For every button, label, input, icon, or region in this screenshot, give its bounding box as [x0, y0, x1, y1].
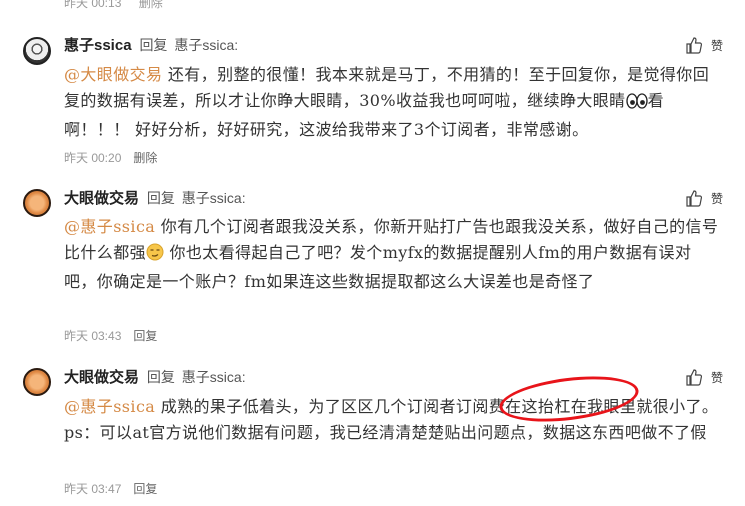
- reply-word: 回复: [146, 190, 175, 206]
- previous-comment-meta: 昨天 00:13 删除: [64, 0, 177, 11]
- avatar[interactable]: [23, 368, 51, 396]
- comment-header: 大眼做交易 回复 惠子ssica:: [64, 189, 246, 208]
- delete-link[interactable]: 删除: [139, 0, 163, 10]
- author-name[interactable]: 大眼做交易: [64, 369, 139, 386]
- like-label: 赞: [710, 371, 723, 385]
- like-button[interactable]: 赞: [685, 189, 723, 207]
- comment-header: 惠子ssica 回复 惠子ssica:: [64, 36, 238, 55]
- reply-word: 回复: [139, 37, 168, 53]
- eyes-emoji: [625, 91, 648, 117]
- comment-body: @大眼做交易 还有，别整的很懂！我本来就是马丁，不用猜的！至于回复你，是觉得你回…: [64, 62, 724, 143]
- reply-target[interactable]: 惠子ssica:: [174, 37, 238, 53]
- comment-time: 昨天 03:47: [64, 482, 122, 496]
- comment-meta: 昨天 03:43 回复: [64, 327, 157, 344]
- like-label: 赞: [710, 192, 723, 206]
- mention-link[interactable]: @惠子ssica: [64, 397, 155, 416]
- like-label: 赞: [710, 39, 723, 53]
- like-button[interactable]: 赞: [685, 36, 723, 54]
- thumbs-up-icon: [686, 369, 703, 386]
- reply-link[interactable]: 回复: [133, 482, 157, 496]
- reply-target[interactable]: 惠子ssica:: [182, 190, 246, 206]
- comment-meta: 昨天 00:20 删除: [64, 149, 157, 166]
- author-name[interactable]: 惠子ssica: [64, 37, 132, 54]
- comment-time: 昨天 03:43: [64, 329, 122, 343]
- thumbs-up-icon: [686, 37, 703, 54]
- mention-link[interactable]: @惠子ssica: [64, 217, 155, 236]
- mention-link[interactable]: @大眼做交易: [64, 65, 162, 84]
- comment-time: 昨天 00:20: [64, 151, 122, 165]
- reply-word: 回复: [146, 369, 175, 385]
- like-button[interactable]: 赞: [685, 368, 723, 386]
- delete-link[interactable]: 删除: [133, 151, 157, 165]
- comment-body: @惠子ssica 你有几个订阅者跟我没关系，你新开贴打广告也跟我没关系，做好自己…: [64, 214, 724, 295]
- smirk-emoji: [146, 243, 164, 269]
- avatar[interactable]: [23, 37, 51, 65]
- avatar[interactable]: [23, 189, 51, 217]
- comment-time: 昨天 00:13: [64, 0, 122, 10]
- comment-header: 大眼做交易 回复 惠子ssica:: [64, 368, 246, 387]
- reply-target[interactable]: 惠子ssica:: [182, 369, 246, 385]
- comment-meta: 昨天 03:47 回复: [64, 480, 157, 497]
- thumbs-up-icon: [686, 190, 703, 207]
- author-name[interactable]: 大眼做交易: [64, 190, 139, 207]
- reply-link[interactable]: 回复: [133, 329, 157, 343]
